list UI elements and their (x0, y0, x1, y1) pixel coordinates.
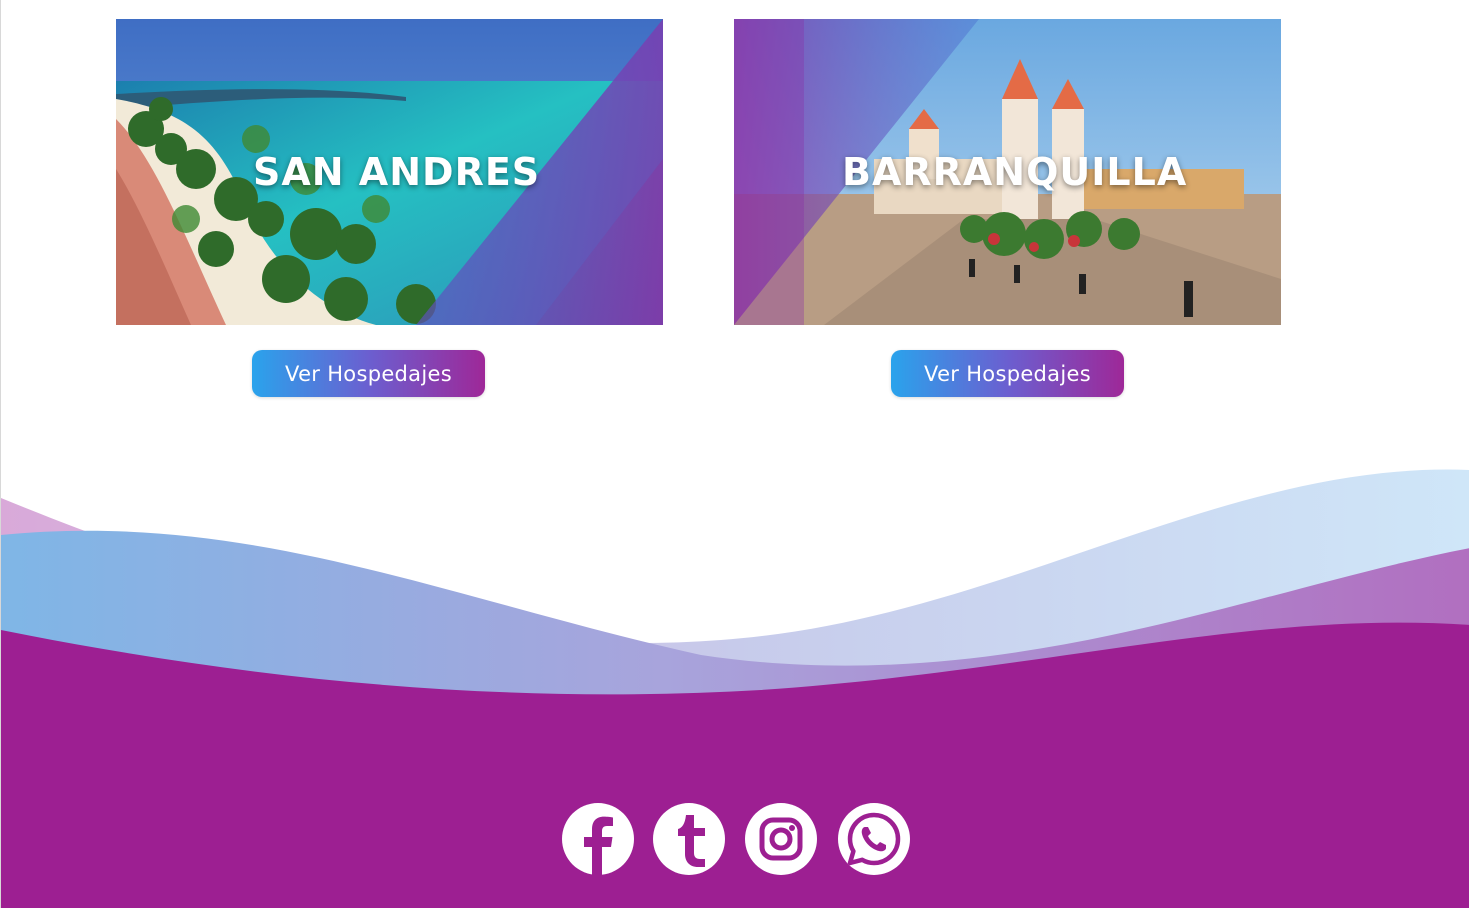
instagram-icon (759, 817, 803, 861)
instagram-button[interactable] (745, 803, 817, 875)
ver-hospedajes-button[interactable]: Ver Hospedajes (891, 350, 1124, 397)
page: SAN ANDRES BARRANQUILLA Ver Hospedajes V… (0, 0, 1469, 908)
facebook-button[interactable] (562, 803, 634, 875)
whatsapp-button[interactable] (838, 803, 910, 875)
tumblr-button[interactable] (653, 803, 725, 875)
whatsapp-icon (847, 812, 901, 866)
tumblr-icon (678, 815, 705, 867)
destination-title: SAN ANDRES (253, 150, 541, 194)
destination-title: BARRANQUILLA (842, 150, 1188, 194)
footer-waves (1, 469, 1469, 908)
destination-card-barranquilla[interactable]: BARRANQUILLA (734, 19, 1281, 325)
ver-hospedajes-button[interactable]: Ver Hospedajes (252, 350, 485, 397)
facebook-icon (584, 816, 613, 875)
destination-card-san-andres[interactable]: SAN ANDRES (116, 19, 663, 325)
